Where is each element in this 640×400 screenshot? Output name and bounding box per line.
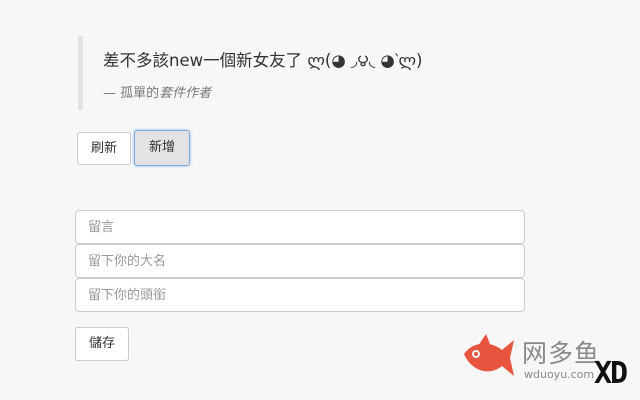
save-button[interactable]: 儲存 xyxy=(75,327,129,361)
quote-author-name: 套件作者 xyxy=(159,86,212,101)
quote-block: 差不多該new一個新女友了 ლ(◕ ◞౪◟ ◕‵ლ) — 孤單的套件作者 xyxy=(78,36,458,110)
name-input[interactable] xyxy=(75,244,525,278)
add-button[interactable]: 新增 xyxy=(134,130,190,166)
title-input[interactable] xyxy=(75,278,525,312)
watermark-site-name: 网多鱼 xyxy=(522,339,601,368)
refresh-button[interactable]: 刷新 xyxy=(77,132,131,165)
message-input[interactable] xyxy=(75,210,525,244)
quote-author: — 孤單的套件作者 xyxy=(103,82,211,101)
watermark-badge: XD xyxy=(594,356,628,391)
watermark: 网多鱼 wduoyu.com XD xyxy=(460,330,638,394)
fish-logo-icon xyxy=(464,334,514,376)
watermark-site-url: wduoyu.com xyxy=(524,368,595,381)
quote-author-prefix: — 孤單的 xyxy=(103,86,160,101)
quote-text: 差不多該new一個新女友了 ლ(◕ ◞౪◟ ◕‵ლ) xyxy=(103,51,423,70)
